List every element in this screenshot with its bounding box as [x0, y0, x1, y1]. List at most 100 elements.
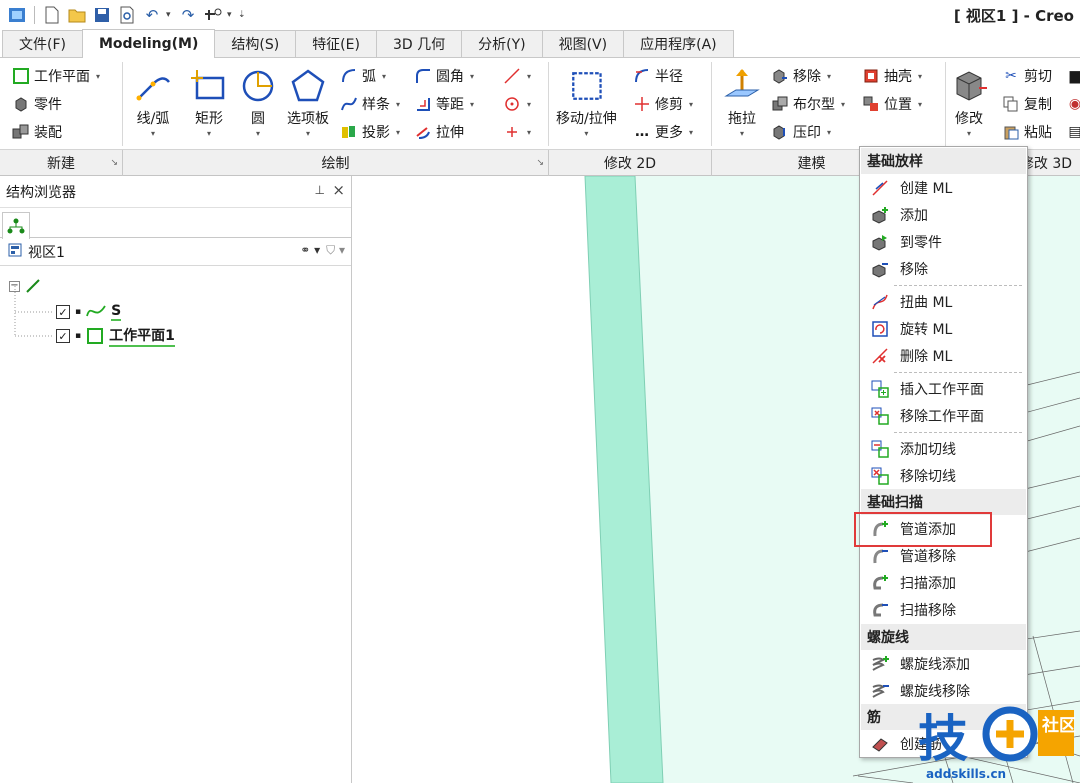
redo-icon[interactable]: ↷ [177, 4, 199, 26]
tab-file[interactable]: 文件(F) [2, 30, 83, 57]
group-separator [548, 62, 549, 146]
loft-remove-icon [870, 259, 890, 279]
extrude-draw-button[interactable]: 拉伸 [414, 120, 464, 144]
move-icon [771, 67, 789, 85]
tab-applications[interactable]: 应用程序(A) [623, 30, 734, 57]
construction-line-button[interactable]: ▾ [503, 64, 531, 88]
paste-button[interactable]: 粘贴 [1002, 120, 1052, 144]
workplane-button[interactable]: 工作平面 ▾ [12, 64, 100, 88]
copy-button[interactable]: 复制 [1002, 92, 1052, 116]
options-dropdown-icon[interactable]: ▾ [227, 10, 235, 20]
toolbar-separator [34, 6, 35, 24]
circle-button[interactable]: 圆 ▾ [238, 66, 278, 138]
close-icon[interactable]: × [332, 181, 345, 199]
shell-icon [862, 67, 880, 85]
menu-item-delete-ml[interactable]: 删除 ML [861, 342, 1026, 369]
boolean-button[interactable]: 布尔型 ▾ [771, 92, 845, 116]
modify-3d-button[interactable]: 修改 ▾ [949, 66, 989, 138]
undo-icon[interactable]: ↶ [141, 4, 163, 26]
collapse-icon[interactable]: − [9, 280, 20, 292]
tab-3d-geometry[interactable]: 3D 几何 [375, 30, 463, 57]
tree-root[interactable]: − [9, 275, 41, 297]
menu-item-remove-tangent[interactable]: 移除切线 [861, 462, 1026, 489]
tab-analysis[interactable]: 分析(Y) [461, 30, 543, 57]
tab-structure[interactable]: 结构(S) [214, 30, 297, 57]
menu-item-twist-ml[interactable]: 扭曲 ML [861, 288, 1026, 315]
assembly-icon [12, 123, 30, 141]
tree-item-workplane1[interactable]: ✓ ▪ 工作平面1 [56, 325, 175, 347]
rectangle-button[interactable]: 矩形 ▾ [189, 66, 229, 138]
project-icon [340, 123, 358, 141]
app-icon[interactable] [6, 4, 28, 26]
open-folder-icon[interactable] [66, 4, 88, 26]
browser-title: 结构浏览器 [6, 184, 76, 201]
radius-button[interactable]: 半径 [633, 64, 683, 88]
imprint-button[interactable]: 压印 ▾ [771, 120, 831, 144]
move-stretch-button[interactable]: 移动/拉伸 ▾ [556, 66, 617, 138]
line-arc-button[interactable]: 线/弧 ▾ [133, 66, 173, 138]
extra-tool-icon[interactable]: ▆ [1066, 64, 1080, 88]
insert-workplane-icon [870, 379, 890, 399]
fillet-button[interactable]: 圆角 ▾ [414, 64, 474, 88]
drag-icon [722, 66, 762, 106]
menu-item-remove-workplane[interactable]: 移除工作平面 [861, 402, 1026, 429]
pin-icon[interactable]: ⊥ [315, 183, 325, 197]
structure-tree-tab[interactable] [2, 212, 30, 239]
menu-item-rotate-ml[interactable]: 旋转 ML [861, 315, 1026, 342]
tab-feature[interactable]: 特征(E) [295, 30, 377, 57]
new-file-icon[interactable] [41, 4, 63, 26]
shell-button[interactable]: 抽壳 ▾ [862, 64, 922, 88]
position-button[interactable]: 位置 ▾ [862, 92, 922, 116]
group-launcher-icon[interactable]: ↘ [536, 158, 544, 168]
window-title: [ 视区1 ] - Creo [953, 7, 1074, 25]
menu-item-add-tangent[interactable]: 添加切线 [861, 435, 1026, 462]
project-button[interactable]: 投影 ▾ [340, 120, 400, 144]
tab-view[interactable]: 视图(V) [541, 30, 625, 57]
offset-button[interactable]: 等距 ▾ [414, 92, 474, 116]
construction-circle-button[interactable]: ▾ [503, 92, 531, 116]
menu-item-create-ml[interactable]: 创建 ML [861, 174, 1026, 201]
binoculars-icon[interactable]: ⚭ ▾ [300, 243, 320, 258]
visibility-checkbox[interactable]: ✓ [56, 329, 70, 343]
part-button[interactable]: 零件 [12, 92, 62, 116]
menu-item-to-part[interactable]: 到零件 [861, 228, 1026, 255]
trim-button[interactable]: 修剪 ▾ [633, 92, 693, 116]
pipe-remove-icon [870, 546, 890, 566]
menu-item-add[interactable]: 添加 [861, 201, 1026, 228]
workplane-icon [12, 67, 30, 85]
spline-button[interactable]: 样条 ▾ [340, 92, 400, 116]
filter-icon[interactable]: ⛉ ▾ [326, 243, 345, 258]
position-icon [862, 95, 880, 113]
menu-item-sweep-remove[interactable]: 扫描移除 [861, 596, 1026, 623]
cut-button[interactable]: ✂ 剪切 [1002, 64, 1052, 88]
quick-access-toolbar: ↶ ▾ ↷ ▾ ⇣ [0, 0, 1080, 30]
move-button[interactable]: 移除 ▾ [771, 64, 831, 88]
construction-point-button[interactable]: ▾ [503, 120, 531, 144]
menu-separator [894, 432, 1022, 433]
customize-toolbar-icon[interactable]: ⇣ [238, 10, 246, 20]
template-button[interactable]: 选项板 ▾ [287, 66, 329, 138]
visibility-checkbox[interactable]: ✓ [56, 305, 70, 319]
modify2d-more-button[interactable]: … 更多 ▾ [633, 120, 693, 144]
arc-button[interactable]: 弧 ▾ [340, 64, 386, 88]
fillet-icon [414, 67, 432, 85]
print-preview-icon[interactable] [116, 4, 138, 26]
menu-item-sweep-add[interactable]: 扫描添加 [861, 569, 1026, 596]
svg-text:技: 技 [918, 710, 968, 768]
extra-tool-icon-2[interactable]: ◉ [1066, 92, 1080, 116]
assembly-button[interactable]: 装配 [12, 120, 62, 144]
save-icon[interactable] [91, 4, 113, 26]
group-launcher-icon[interactable]: ↘ [110, 158, 118, 168]
create-rib-icon [870, 734, 890, 754]
tree-item-s[interactable]: ✓ ▪ S [56, 301, 122, 323]
extra-tool-icon-3[interactable]: ▤ [1066, 120, 1080, 144]
menu-item-remove[interactable]: 移除 [861, 255, 1026, 282]
menu-item-insert-workplane[interactable]: 插入工作平面 [861, 375, 1026, 402]
drag-button[interactable]: 拖拉 ▾ [722, 66, 762, 138]
tab-modeling[interactable]: Modeling(M) [81, 29, 216, 58]
undo-dropdown-icon[interactable]: ▾ [166, 10, 174, 20]
menu-item-helix-add[interactable]: 螺旋线添加 [861, 650, 1026, 677]
tree-item-label: S [111, 303, 122, 321]
menu-separator [894, 285, 1022, 286]
options-icon[interactable] [202, 4, 224, 26]
